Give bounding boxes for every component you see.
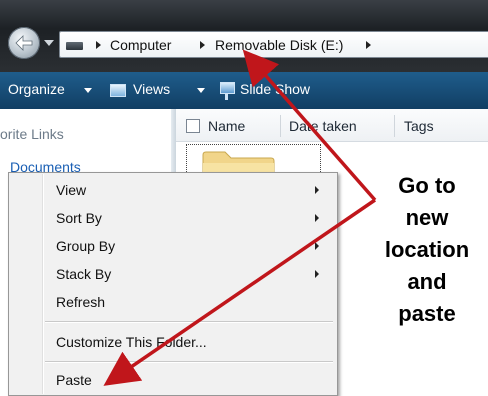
menu-item-stack-by[interactable]: Stack By [10,262,336,286]
menu-item-group-by[interactable]: Group By [10,234,336,258]
menu-item-sort-by[interactable]: Sort By [10,206,336,230]
command-toolbar: Organize Views Slide Show [0,72,488,109]
menu-separator [45,361,333,363]
menu-item-view[interactable]: View [10,178,336,202]
menu-item-label: Sort By [56,210,102,226]
menu-item-customize-folder[interactable]: Customize This Folder... [10,330,336,354]
history-dropdown-button[interactable] [44,40,54,46]
organize-button[interactable]: Organize [8,81,65,97]
column-header: Name Date taken Tags [176,109,488,142]
callout-line: location [384,237,470,262]
slideshow-icon-stand [225,94,228,100]
menu-item-label: View [56,182,87,198]
chevron-right-icon[interactable] [366,41,371,49]
select-all-checkbox[interactable] [186,119,200,133]
instruction-callout: Go to new location and paste [366,170,488,332]
context-menu: View Sort By Group By Stack By Refresh C… [8,172,338,396]
submenu-arrow-icon [315,270,319,278]
favorite-links-heading: orite Links [0,126,64,142]
menu-item-label: Customize This Folder... [56,334,207,350]
organize-dropdown-icon[interactable] [84,88,92,93]
drive-icon [66,42,83,50]
address-field[interactable]: Computer Removable Disk (E:) [59,31,488,58]
submenu-arrow-icon [315,186,319,194]
views-dropdown-icon[interactable] [197,88,205,93]
callout-line: and [407,269,447,294]
column-divider[interactable] [280,115,281,137]
column-divider[interactable] [394,115,395,137]
chevron-right-icon[interactable] [200,41,205,49]
back-arrow-icon [15,35,33,51]
views-button[interactable]: Views [133,81,170,97]
column-name[interactable]: Name [208,118,245,134]
menu-item-refresh[interactable]: Refresh [10,290,336,314]
menu-item-label: Stack By [56,266,112,282]
views-icon [110,84,126,97]
column-tags[interactable]: Tags [404,118,434,134]
breadcrumb-removable-disk[interactable]: Removable Disk (E:) [215,37,343,53]
submenu-arrow-icon [315,242,319,250]
menu-item-label: Group By [56,238,116,254]
menu-item-label: Refresh [56,294,106,310]
callout-line: Go to [398,173,456,198]
submenu-arrow-icon [315,214,319,222]
callout-line: paste [398,301,456,326]
menu-item-label: Paste [56,372,92,388]
back-button[interactable] [8,27,40,59]
slideshow-button[interactable]: Slide Show [240,81,310,97]
callout-line: new [405,205,449,230]
chevron-right-icon[interactable] [96,41,101,49]
menu-item-paste[interactable]: Paste [10,368,336,392]
slideshow-icon [220,82,235,94]
breadcrumb-computer[interactable]: Computer [110,37,171,53]
menu-separator [45,321,333,323]
column-date-taken[interactable]: Date taken [289,118,357,134]
